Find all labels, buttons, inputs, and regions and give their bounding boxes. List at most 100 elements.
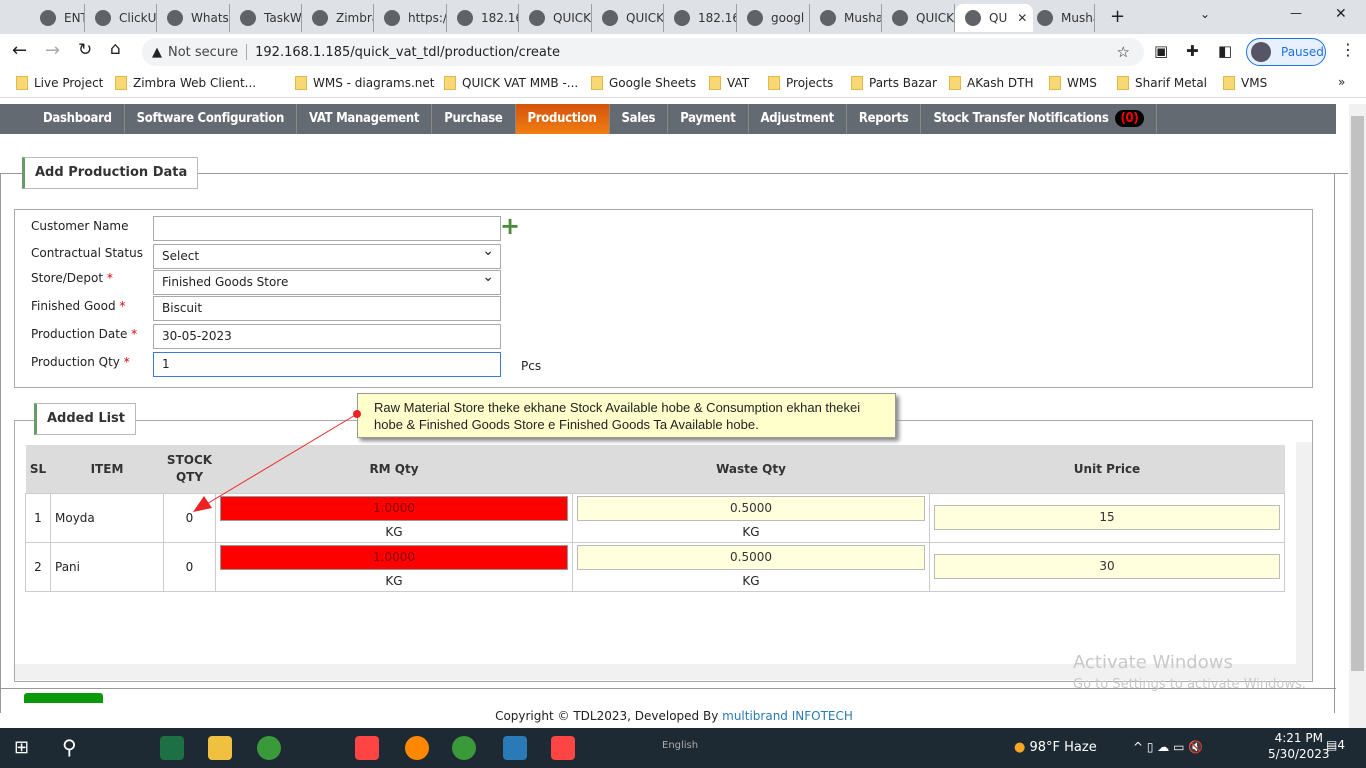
tab-title: https:/ xyxy=(408,11,447,25)
back-icon[interactable]: ← xyxy=(12,40,27,61)
bookmark-item[interactable]: AKash DTH xyxy=(949,76,1034,90)
browser-tab[interactable]: Musha xyxy=(1027,4,1095,32)
table-row: 1 Moyda 0 1.0000 KG 0.5000 KG 15 xyxy=(25,492,1285,543)
unit-price-input[interactable]: 30 xyxy=(934,554,1280,579)
minimize-icon[interactable]: — xyxy=(1290,6,1302,20)
table-vscrollbar[interactable] xyxy=(1296,442,1312,664)
clock[interactable]: 4:21 PM 5/30/2023 xyxy=(1268,731,1330,761)
tab-title: QUICK xyxy=(553,11,592,25)
sidepanel-icon[interactable]: ◧ xyxy=(1218,42,1232,60)
bookmark-item[interactable]: Sharif Metal xyxy=(1117,76,1207,90)
rm-qty-input[interactable]: 1.0000 xyxy=(220,545,568,570)
bookmark-item[interactable]: WMS xyxy=(1049,76,1097,90)
bookmark-item[interactable]: Live Project xyxy=(16,76,103,90)
bookmarks-bar: Live Project Zimbra Web Client... WMS - di… xyxy=(0,70,1366,98)
production-qty-input[interactable]: 1 xyxy=(153,352,501,377)
excel-icon[interactable] xyxy=(160,736,184,760)
nav-item[interactable]: Stock Transfer Notifications (0) xyxy=(921,104,1158,134)
contractual-status-select[interactable]: Select xyxy=(153,240,501,269)
star-icon[interactable]: ☆ xyxy=(1117,43,1130,61)
reload-icon[interactable]: ↻ xyxy=(78,40,92,60)
unit-price-input[interactable]: 15 xyxy=(934,505,1280,530)
tab-title: QUICK xyxy=(916,11,955,25)
app-s-icon[interactable] xyxy=(503,736,527,760)
explorer-icon[interactable] xyxy=(208,736,232,760)
bookmark-item[interactable]: Google Sheets xyxy=(591,76,696,90)
browser-tab[interactable]: https:/ xyxy=(374,4,447,32)
footer: Copyright © TDL2023, Developed By multib… xyxy=(495,709,853,723)
browser-tab[interactable]: ENTER xyxy=(30,4,85,32)
forward-icon[interactable]: → xyxy=(45,40,60,61)
bookmark-item[interactable]: VMS xyxy=(1223,76,1267,90)
store-label: Store/Depot * xyxy=(31,271,113,285)
taskbar: ⊞ ⚲ English ● 98°F Haze ^ ▯ ☁ ▭ 🔇 4:21 P… xyxy=(0,728,1366,768)
finished-good-input[interactable]: Biscuit xyxy=(153,296,501,321)
nav-item[interactable]: Production xyxy=(515,104,610,134)
browser-tab[interactable]: googl xyxy=(737,4,810,32)
omnibox[interactable]: ▲ Not secure 192.168.1.185/quick_vat_tdl… xyxy=(142,38,1144,66)
bookmark-icon xyxy=(709,76,721,90)
nav-item[interactable]: Sales xyxy=(610,104,669,134)
tab-search-icon[interactable]: ⌄ xyxy=(1200,7,1210,21)
browser-tab[interactable]: Whats xyxy=(157,4,230,32)
nav-item[interactable]: Adjustment xyxy=(749,104,847,134)
bookmark-item[interactable]: VAT xyxy=(709,76,749,90)
rm-qty-input[interactable]: 1.0000 xyxy=(220,496,568,521)
anydesk-icon-2[interactable] xyxy=(551,736,575,760)
puzzle-icon[interactable]: ✚ xyxy=(1186,42,1199,60)
save-button[interactable] xyxy=(24,693,103,703)
close-window-icon[interactable]: ✕ xyxy=(1335,6,1347,22)
tab-favicon-icon xyxy=(1037,10,1053,26)
tab-favicon-icon xyxy=(312,10,328,26)
nav-item[interactable]: Payment xyxy=(668,104,749,134)
customer-name-input[interactable] xyxy=(153,216,501,241)
added-list-legend: Added List xyxy=(34,403,137,435)
browser-tab[interactable]: QU ✕ xyxy=(955,4,1033,32)
bookmark-item[interactable]: Zimbra Web Client... xyxy=(115,76,256,90)
browser-tab[interactable]: QUICK xyxy=(592,4,664,32)
nav-item[interactable]: VAT Management xyxy=(297,104,433,134)
close-tab-icon[interactable]: ✕ xyxy=(1017,11,1027,25)
nav-item[interactable]: Reports xyxy=(847,104,922,134)
weather[interactable]: ● 98°F Haze xyxy=(1014,740,1097,755)
new-tab-icon[interactable]: + xyxy=(1110,6,1125,27)
anydesk-icon[interactable] xyxy=(355,736,379,760)
browser-tab[interactable]: ClickU xyxy=(85,4,157,32)
search-icon[interactable]: ⚲ xyxy=(62,735,77,759)
chrome-icon-2[interactable] xyxy=(452,736,476,760)
browser-tab[interactable]: QUICK xyxy=(882,4,955,32)
store-depot-select[interactable]: Finished Goods Store xyxy=(153,266,501,295)
browser-tab[interactable]: 182.16 xyxy=(664,4,737,32)
extension-icon[interactable]: ▣ xyxy=(1154,42,1168,60)
more-bookmarks-icon[interactable]: » xyxy=(1338,75,1345,89)
browser-tab[interactable]: TaskW xyxy=(230,4,302,32)
home-icon[interactable]: ⌂ xyxy=(110,39,121,59)
waste-qty-input[interactable]: 0.5000 xyxy=(577,545,925,570)
browser-tab[interactable]: Zimbra xyxy=(302,4,374,32)
waste-qty-input[interactable]: 0.5000 xyxy=(577,496,925,521)
developer-link[interactable]: multibrand INFOTECH xyxy=(722,709,853,723)
profile-label: Paused xyxy=(1281,45,1324,59)
browser-tab[interactable]: 182.16 xyxy=(447,4,519,32)
added-list-table: SL ITEM STOCK QTY RM Qty Waste Qty Unit … xyxy=(25,445,1285,592)
page-scrollbar[interactable] xyxy=(1349,104,1366,728)
tray-icons[interactable]: ^ ▯ ☁ ▭ 🔇 xyxy=(1133,740,1203,754)
profile-button[interactable]: Paused xyxy=(1246,38,1326,66)
bookmark-item[interactable]: QUICK VAT MMB -... xyxy=(444,76,578,90)
add-customer-icon[interactable]: + xyxy=(500,214,520,238)
notification-icon[interactable]: ▤4 xyxy=(1326,738,1345,752)
bookmark-item[interactable]: Projects xyxy=(768,76,833,90)
menu-icon[interactable]: ⋮ xyxy=(1340,40,1356,59)
nav-item[interactable]: Dashboard xyxy=(31,104,125,134)
start-icon[interactable]: ⊞ xyxy=(14,737,29,758)
browser-tab[interactable]: QUICK xyxy=(519,4,592,32)
chrome-icon[interactable] xyxy=(257,736,281,760)
firefox-icon[interactable] xyxy=(405,736,429,760)
browser-tab[interactable]: Musha xyxy=(810,4,882,32)
bookmark-item[interactable]: WMS - diagrams.net xyxy=(295,76,434,90)
bookmark-item[interactable]: Parts Bazar xyxy=(851,76,937,90)
language-indicator[interactable]: English xyxy=(662,740,698,751)
production-date-input[interactable]: 30-05-2023 xyxy=(153,324,501,349)
nav-item[interactable]: Purchase xyxy=(432,104,516,134)
nav-item[interactable]: Software Configuration xyxy=(125,104,298,134)
